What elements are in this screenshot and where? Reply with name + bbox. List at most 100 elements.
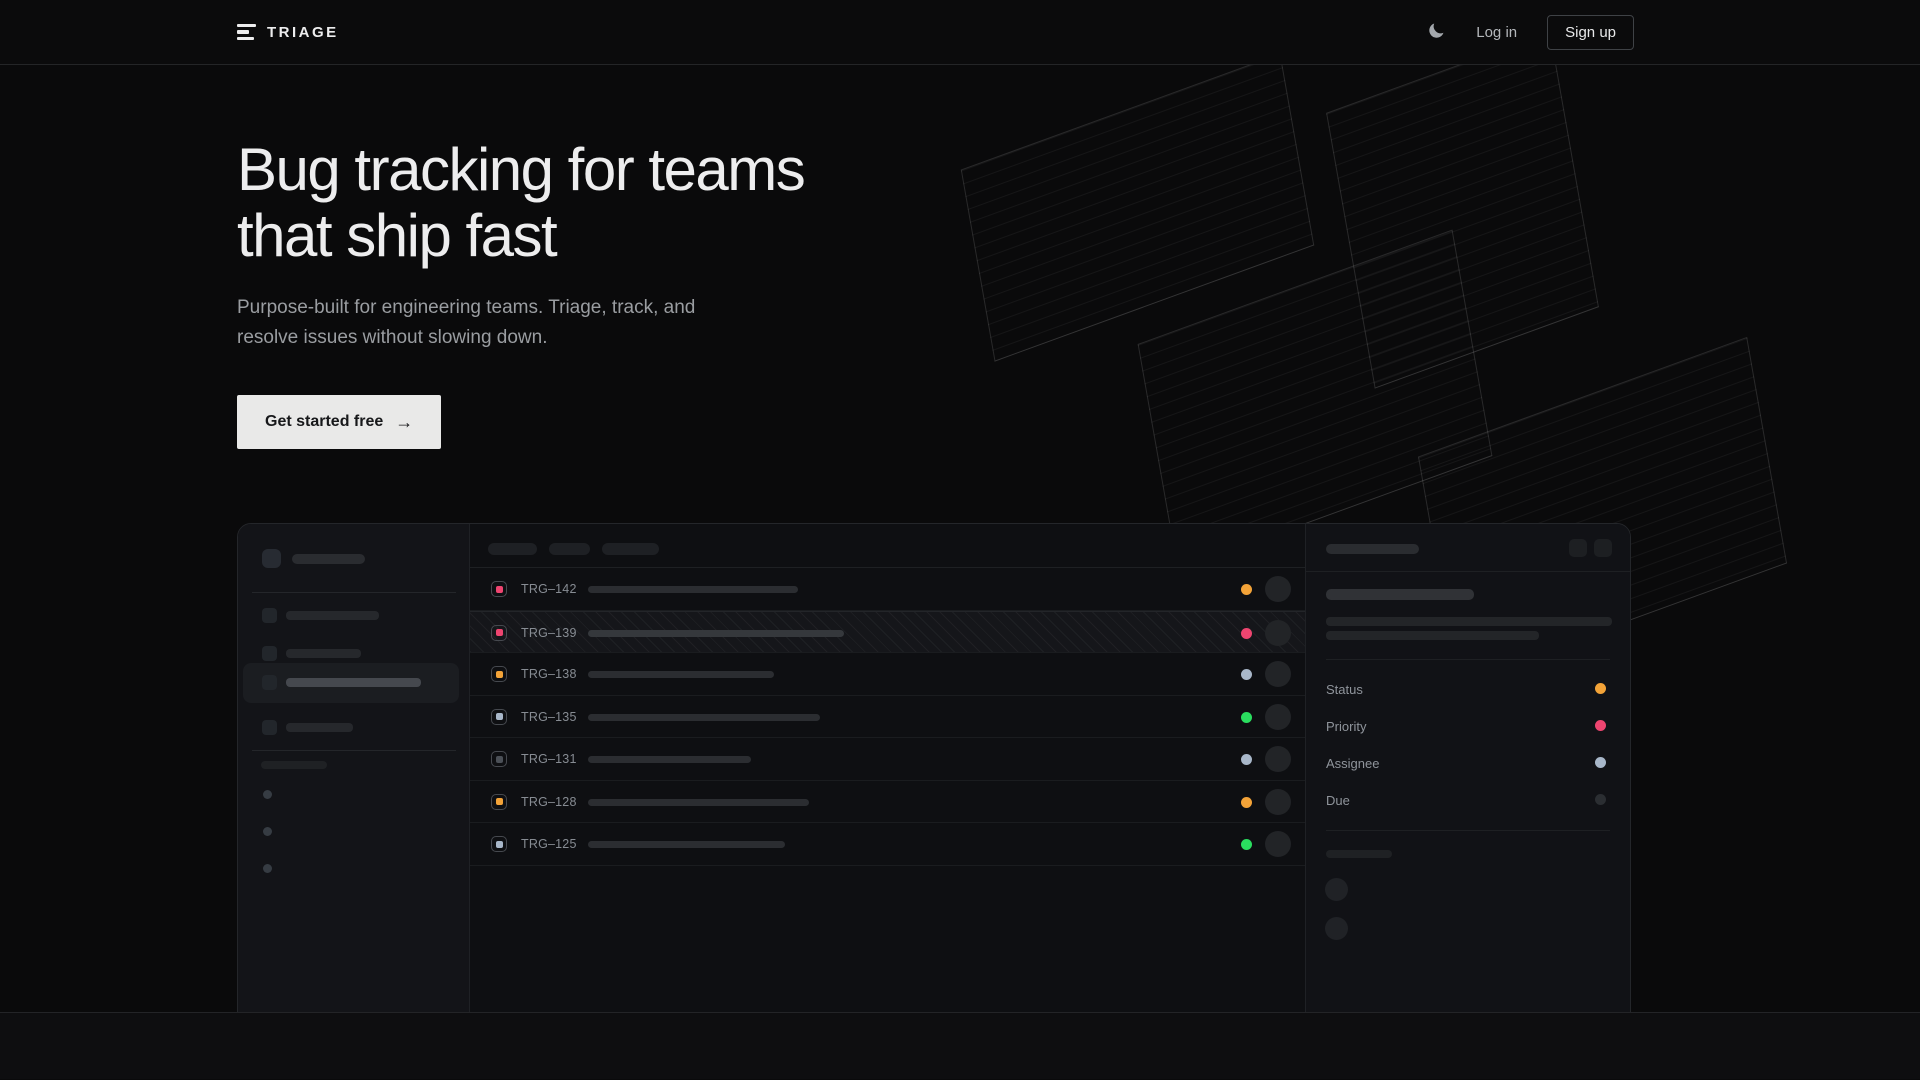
status-icon (491, 794, 507, 810)
priority-dot (1241, 669, 1252, 680)
wireframe-slab (961, 65, 1315, 362)
sidebar-item-skeleton (243, 596, 459, 636)
issue-title-skeleton (588, 841, 785, 848)
sidebar-divider (252, 750, 456, 751)
panel-field: Assignee (1326, 755, 1610, 771)
issue-row: TRG–138 (470, 653, 1305, 696)
issue-title-skeleton (1326, 589, 1474, 600)
sidebar-divider (252, 592, 456, 593)
priority-dot (1241, 839, 1252, 850)
issue-row: TRG–131 (470, 738, 1305, 781)
brand-logo[interactable]: TRIAGE (237, 24, 339, 41)
wireframe-slab (1326, 65, 1599, 389)
sidebar-item-icon (262, 720, 277, 735)
assignee-avatar (1265, 661, 1291, 687)
page-title: Bug tracking for teamsthat ship fast (237, 137, 804, 269)
status-icon (491, 581, 507, 597)
issue-id: TRG–125 (521, 837, 577, 851)
status-icon (491, 836, 507, 852)
panel-divider (1326, 659, 1610, 660)
panel-divider (1326, 830, 1610, 831)
issue-title-skeleton (588, 671, 774, 678)
avatar (1325, 917, 1348, 940)
status-icon (491, 666, 507, 682)
login-button[interactable]: Log in (1476, 24, 1517, 41)
assignee-avatar (1265, 789, 1291, 815)
mockup-detail-panel: Status Priority Assignee Due (1306, 524, 1630, 1013)
issue-row: TRG–142 (470, 568, 1305, 611)
status-icon (491, 625, 507, 641)
issue-id: TRG–138 (521, 667, 577, 681)
issue-row: TRG–139 (470, 611, 1305, 654)
panel-field-value-dot (1595, 757, 1606, 768)
assignee-avatar (1265, 831, 1291, 857)
panel-field: Priority (1326, 718, 1610, 734)
top-nav: TRIAGE Log in Sign up (0, 0, 1920, 65)
panel-field-value-dot (1595, 794, 1606, 805)
issue-id: TRG–139 (521, 626, 577, 640)
mockup-issue-list: TRG–142 TRG–139 TRG–138 TRG–135 TRG–131 … (470, 524, 1306, 1013)
issue-title-skeleton (588, 799, 809, 806)
avatar (1325, 878, 1348, 901)
sidebar-footer-dot (263, 790, 272, 799)
panel-field-label: Due (1326, 793, 1350, 808)
sidebar-item-label-skeleton (286, 611, 379, 620)
activity-label-skeleton (1326, 850, 1392, 858)
sidebar-item-icon (262, 675, 277, 690)
priority-dot (1241, 712, 1252, 723)
panel-field-label: Assignee (1326, 756, 1379, 771)
panel-field: Status (1326, 681, 1610, 697)
panel-field-label: Status (1326, 682, 1363, 697)
sidebar-item-label-skeleton (286, 649, 361, 658)
arrow-right-icon: → (395, 412, 413, 433)
panel-field-value-dot (1595, 720, 1606, 731)
assignee-avatar (1265, 746, 1291, 772)
sidebar-item-icon (262, 608, 277, 623)
filter-pill-skeleton (549, 543, 590, 555)
theme-toggle-button[interactable] (1427, 21, 1446, 43)
sidebar-item-skeleton (243, 708, 459, 748)
issue-id: TRG–128 (521, 795, 577, 809)
panel-field-value-dot (1595, 683, 1606, 694)
signup-button[interactable]: Sign up (1547, 15, 1634, 50)
issue-id: TRG–131 (521, 752, 577, 766)
issue-text-skeleton (1326, 631, 1539, 640)
sidebar-item-skeleton (243, 663, 459, 703)
priority-dot (1241, 797, 1252, 808)
assignee-avatar (1265, 620, 1291, 646)
brand-name: TRIAGE (267, 24, 339, 41)
priority-dot (1241, 584, 1252, 595)
sidebar-item-label-skeleton (286, 678, 421, 687)
sidebar-section-skeleton (261, 761, 327, 769)
hero-section: Bug tracking for teamsthat ship fast Pur… (0, 65, 1920, 1013)
mockup-sidebar (238, 524, 470, 1013)
issue-text-skeleton (1326, 617, 1612, 626)
assignee-avatar (1265, 704, 1291, 730)
status-icon (491, 751, 507, 767)
moon-icon (1427, 21, 1446, 43)
issue-row: TRG–135 (470, 696, 1305, 739)
workspace-icon (262, 549, 281, 568)
app-mockup-card: TRG–142 TRG–139 TRG–138 TRG–135 TRG–131 … (237, 523, 1631, 1013)
issue-id: TRG–142 (521, 582, 577, 596)
issue-row: TRG–128 (470, 781, 1305, 824)
sidebar-footer-dot (263, 864, 272, 873)
sidebar-footer-dot (263, 827, 272, 836)
panel-action-icon (1594, 539, 1612, 557)
issue-title-skeleton (588, 714, 820, 721)
footer-band (0, 1013, 1920, 1079)
sidebar-item-icon (262, 646, 277, 661)
filter-pill-skeleton (488, 543, 537, 555)
panel-field-label: Priority (1326, 719, 1366, 734)
assignee-avatar (1265, 576, 1291, 602)
panel-divider (1306, 571, 1630, 572)
priority-dot (1241, 628, 1252, 639)
panel-action-icon (1569, 539, 1587, 557)
priority-dot (1241, 754, 1252, 765)
get-started-button[interactable]: Get started free → (237, 395, 441, 449)
issue-row: TRG–125 (470, 823, 1305, 866)
issue-id: TRG–135 (521, 710, 577, 724)
sidebar-item-label-skeleton (286, 723, 353, 732)
workspace-name-skeleton (292, 554, 365, 564)
issue-title-skeleton (588, 630, 844, 637)
